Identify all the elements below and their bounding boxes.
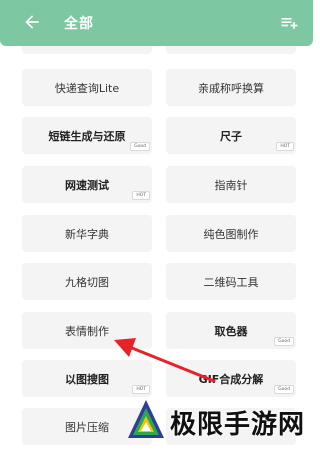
tool-tile-compass[interactable]: 指南针 <box>166 166 296 203</box>
tool-label: 指南针 <box>214 178 248 192</box>
tool-tile-color-picker[interactable]: 取色器 Good <box>166 312 296 349</box>
tool-label: 二维码工具 <box>203 275 259 289</box>
good-badge: Good <box>274 337 294 346</box>
tool-tile-image-search[interactable]: 以图搜图 HOT <box>22 360 152 397</box>
watermark-text: 极限手游网 <box>170 410 306 440</box>
back-arrow-icon[interactable] <box>22 12 42 32</box>
tool-label: 快递查询Lite <box>54 81 120 95</box>
good-badge: Good <box>274 385 294 394</box>
tool-tile-ruler[interactable]: 尺子 HOT <box>166 117 296 154</box>
page-title: 全部 <box>64 16 94 32</box>
tool-label: 亲戚称呼换算 <box>198 81 264 95</box>
tool-tile-speed-test[interactable]: 网速测试 HOT <box>22 166 152 203</box>
tool-label: 图片压缩 <box>65 420 109 434</box>
tool-label: GIF合成分解 <box>198 372 264 386</box>
tool-label: 短链生成与还原 <box>48 129 126 143</box>
tool-label: 以图搜图 <box>65 372 109 386</box>
tool-label: 纯色图制作 <box>203 227 259 241</box>
app-bar: 全部 <box>0 0 313 46</box>
good-badge: Good <box>130 142 150 151</box>
hot-badge: HOT <box>132 191 150 200</box>
tool-tile-short-link[interactable]: 短链生成与还原 Good <box>22 117 152 154</box>
tool-tile-gif[interactable]: GIF合成分解 Good <box>166 360 296 397</box>
tool-tile-solid-color[interactable]: 纯色图制作 <box>166 215 296 252</box>
playlist-add-icon[interactable] <box>279 13 299 33</box>
tool-tile-dictionary[interactable]: 新华字典 <box>22 215 152 252</box>
tool-tile-express-lite[interactable]: 快递查询Lite <box>22 69 152 106</box>
hot-badge: HOT <box>132 385 150 394</box>
tool-label: 表情制作 <box>65 324 109 338</box>
tool-tile-emoji-maker[interactable]: 表情制作 <box>22 312 152 349</box>
tool-label: 新华字典 <box>65 227 109 241</box>
tool-tile-nine-grid[interactable]: 九格切图 <box>22 263 152 300</box>
tool-label: 取色器 <box>214 324 248 338</box>
tool-grid: 快递查询Lite 亲戚称呼换算 短链生成与还原 Good 尺子 HOT 网速测试… <box>0 0 313 450</box>
tool-tile-kinship[interactable]: 亲戚称呼换算 <box>166 69 296 106</box>
tool-label: 尺子 <box>220 129 242 143</box>
tool-label: 九格切图 <box>65 275 109 289</box>
watermark-logo-icon <box>128 400 164 438</box>
tool-label: 网速测试 <box>65 178 109 192</box>
hot-badge: HOT <box>276 142 294 151</box>
site-watermark: 极限手游网 <box>118 396 313 450</box>
tool-tile-qrcode[interactable]: 二维码工具 <box>166 263 296 300</box>
